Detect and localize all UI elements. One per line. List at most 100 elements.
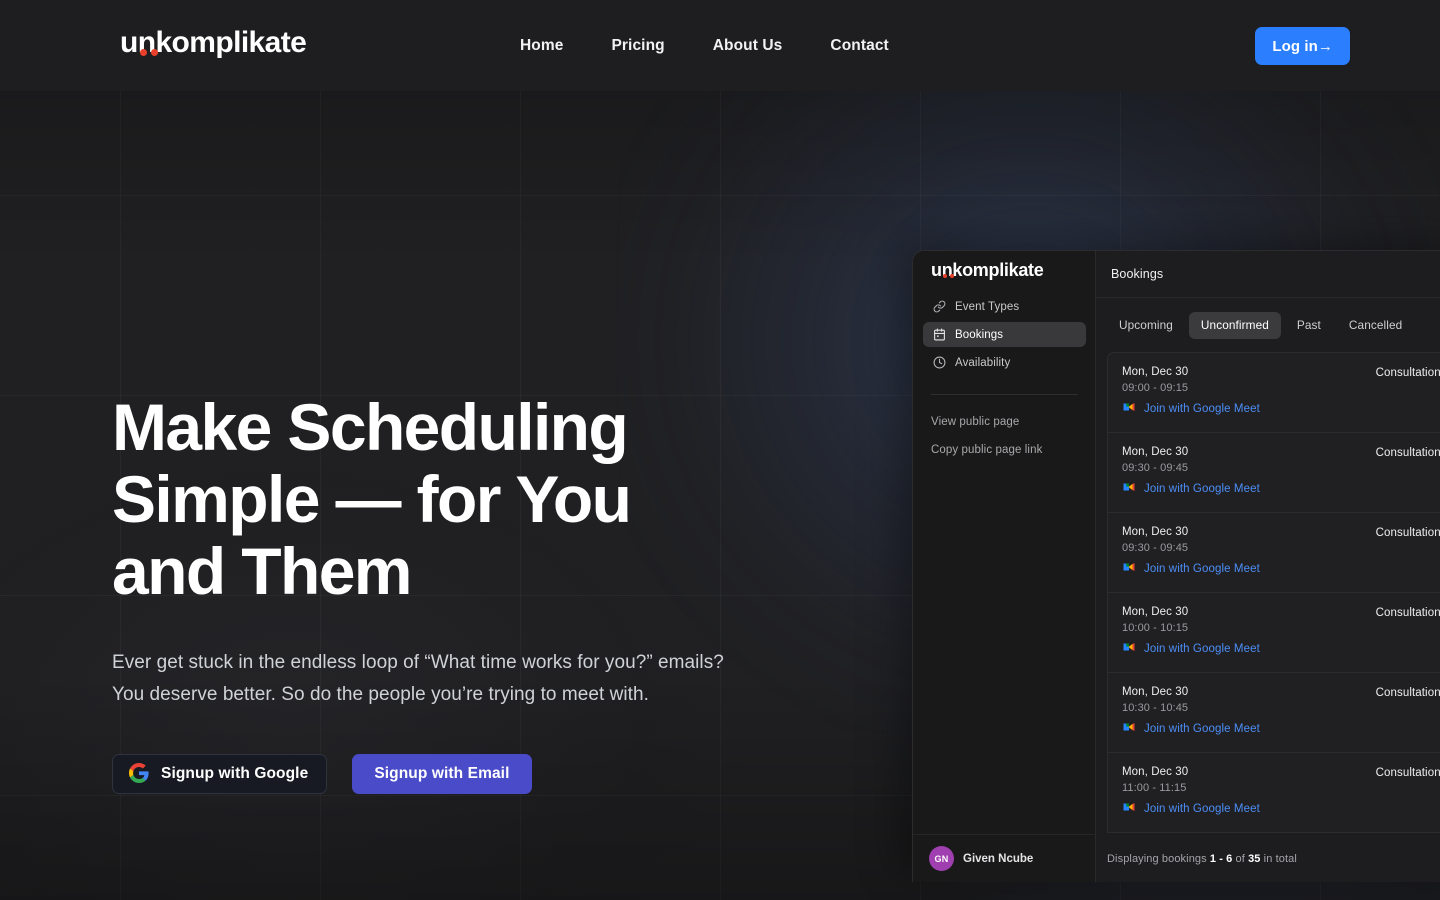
sidebar-divider	[931, 394, 1078, 395]
view-public-page-link[interactable]: View public page	[931, 416, 1042, 428]
google-meet-icon	[1122, 800, 1136, 818]
booking-time: 09:30 - 09:45	[1122, 462, 1189, 474]
pagination-total: 35	[1248, 853, 1261, 865]
copy-public-page-link[interactable]: Copy public page link	[931, 444, 1042, 456]
hero-subtitle: Ever get stuck in the endless loop of “W…	[112, 652, 724, 705]
logo-n-with-dots: n	[138, 28, 158, 58]
booking-details: Mon, Dec 30 09:00 - 09:15 Join with Google…	[1122, 366, 1260, 418]
signup-with-google-button[interactable]: Signup with Google	[112, 754, 328, 794]
booking-card[interactable]: Mon, Dec 30 09:30 - 09:45 Join with Google…	[1107, 432, 1440, 512]
dashboard-header-title: Bookings	[1111, 267, 1164, 281]
google-meet-icon	[1122, 640, 1136, 658]
pagination-suffix: in total	[1260, 853, 1297, 865]
tab-unconfirmed[interactable]: Unconfirmed	[1188, 311, 1281, 339]
booking-details: Mon, Dec 30 11:00 - 11:15 Join with Google…	[1122, 766, 1260, 818]
booking-date: Mon, Dec 30	[1122, 446, 1189, 458]
cta-button-row: Signup with Google Signup with Email	[112, 754, 752, 794]
join-meet-row[interactable]: Join with Google Meet	[1122, 400, 1260, 418]
booking-card[interactable]: Mon, Dec 30 09:30 - 09:45 Join with Google…	[1107, 512, 1440, 592]
dashboard-sidebar: un komplikate Event Types Bookings Avail…	[913, 251, 1096, 882]
logo-dot-left	[139, 49, 147, 56]
sidebar-item-bookings-label: Bookings	[955, 328, 1004, 341]
hero-title-line-3: and Them	[112, 534, 413, 608]
booking-time: 11:00 - 11:15	[1122, 782, 1187, 794]
avatar: GN	[929, 846, 954, 871]
top-navigation-bar: un komplikate Home Pricing About Us Conta…	[0, 0, 1440, 91]
user-name-label: Given Ncube	[963, 852, 1034, 865]
nav-link-pricing[interactable]: Pricing	[611, 37, 664, 55]
hero-title-line-1: Make Scheduling	[112, 390, 629, 464]
booking-date: Mon, Dec 30	[1122, 766, 1189, 778]
booking-date: Mon, Dec 30	[1122, 686, 1189, 698]
join-with-google-meet-link[interactable]: Join with Google Meet	[1144, 483, 1260, 495]
sidebar-item-event-types[interactable]: Event Types	[923, 294, 1086, 319]
sidebar-item-event-types-label: Event Types	[955, 300, 1020, 313]
calendar-icon	[933, 328, 946, 341]
bookings-footer: Displaying bookings 1 - 6 of 35 in total	[1096, 836, 1440, 882]
booking-title: Consultation be	[1375, 527, 1440, 539]
booking-title: Consultation be	[1375, 607, 1440, 619]
booking-details: Mon, Dec 30 09:30 - 09:45 Join with Google…	[1122, 446, 1260, 498]
google-meet-icon	[1122, 720, 1136, 738]
join-with-google-meet-link[interactable]: Join with Google Meet	[1144, 643, 1260, 655]
dashboard-logo-dot-left	[942, 273, 948, 278]
google-icon	[129, 762, 149, 786]
booking-time: 09:00 - 09:15	[1122, 382, 1189, 394]
join-with-google-meet-link[interactable]: Join with Google Meet	[1144, 403, 1260, 415]
dashboard-main: Bookings Upcoming Unconfirmed Past Cance…	[1096, 251, 1440, 882]
join-with-google-meet-link[interactable]: Join with Google Meet	[1144, 723, 1260, 735]
dashboard-preview-panel: un komplikate Event Types Bookings Avail…	[912, 250, 1440, 882]
join-with-google-meet-link[interactable]: Join with Google Meet	[1144, 563, 1260, 575]
booking-time: 10:00 - 10:15	[1122, 622, 1189, 634]
link-icon	[933, 300, 946, 313]
pagination-prefix: Displaying bookings	[1107, 853, 1210, 865]
nav-link-about-us[interactable]: About Us	[713, 37, 783, 55]
booking-title: Consultation be	[1375, 687, 1440, 699]
pagination-range: 1 - 6	[1209, 853, 1233, 865]
tab-upcoming[interactable]: Upcoming	[1107, 312, 1185, 339]
booking-card[interactable]: Mon, Dec 30 10:30 - 10:45 Join with Google…	[1107, 672, 1440, 752]
hero-title-line-2: Simple — for You	[112, 462, 632, 536]
signup-with-email-button[interactable]: Signup with Email	[352, 754, 532, 794]
booking-card[interactable]: Mon, Dec 30 09:00 - 09:15 Join with Google…	[1107, 352, 1440, 432]
nav-links: Home Pricing About Us Contact	[520, 0, 889, 91]
tab-past[interactable]: Past	[1285, 312, 1333, 339]
google-meet-icon	[1122, 480, 1136, 498]
booking-date: Mon, Dec 30	[1122, 606, 1189, 618]
clock-icon	[933, 356, 946, 369]
join-meet-row[interactable]: Join with Google Meet	[1122, 640, 1260, 658]
booking-details: Mon, Dec 30 10:00 - 10:15 Join with Google…	[1122, 606, 1260, 658]
booking-card[interactable]: Mon, Dec 30 11:00 - 11:15 Join with Google…	[1107, 752, 1440, 833]
nav-link-home[interactable]: Home	[520, 37, 563, 55]
page-title: Make Scheduling Simple — for You and The…	[112, 391, 752, 607]
dashboard-header: Bookings	[1096, 251, 1440, 298]
booking-title: Consultation be	[1375, 367, 1440, 379]
sidebar-secondary-links: View public page Copy public page link	[931, 416, 1042, 472]
booking-date: Mon, Dec 30	[1122, 526, 1189, 538]
join-meet-row[interactable]: Join with Google Meet	[1122, 800, 1260, 818]
login-button[interactable]: Log in→	[1255, 27, 1350, 65]
pagination-middle: of	[1232, 853, 1249, 865]
sidebar-user-profile[interactable]: GN Given Ncube	[913, 834, 1096, 882]
bookings-list: Mon, Dec 30 09:00 - 09:15 Join with Google…	[1096, 352, 1440, 836]
site-logo[interactable]: un komplikate	[120, 28, 307, 58]
join-meet-row[interactable]: Join with Google Meet	[1122, 480, 1260, 498]
sidebar-item-availability[interactable]: Availability	[923, 350, 1086, 375]
hero-content: Make Scheduling Simple — for You and The…	[112, 391, 752, 794]
signup-google-label: Signup with Google	[161, 765, 309, 782]
join-meet-row[interactable]: Join with Google Meet	[1122, 720, 1260, 738]
join-meet-row[interactable]: Join with Google Meet	[1122, 560, 1260, 578]
booking-details: Mon, Dec 30 10:30 - 10:45 Join with Google…	[1122, 686, 1260, 738]
google-meet-icon	[1122, 560, 1136, 578]
dashboard-logo[interactable]: un komplikate	[931, 261, 1044, 279]
booking-details: Mon, Dec 30 09:30 - 09:45 Join with Google…	[1122, 526, 1260, 578]
booking-date: Mon, Dec 30	[1122, 366, 1189, 378]
nav-link-contact[interactable]: Contact	[830, 37, 888, 55]
booking-title: Consultation be	[1375, 447, 1440, 459]
tab-cancelled[interactable]: Cancelled	[1337, 312, 1414, 339]
booking-time: 10:30 - 10:45	[1122, 702, 1189, 714]
sidebar-item-bookings[interactable]: Bookings	[923, 322, 1086, 347]
booking-card[interactable]: Mon, Dec 30 10:00 - 10:15 Join with Google…	[1107, 592, 1440, 672]
join-with-google-meet-link[interactable]: Join with Google Meet	[1144, 803, 1260, 815]
booking-time: 09:30 - 09:45	[1122, 542, 1189, 554]
